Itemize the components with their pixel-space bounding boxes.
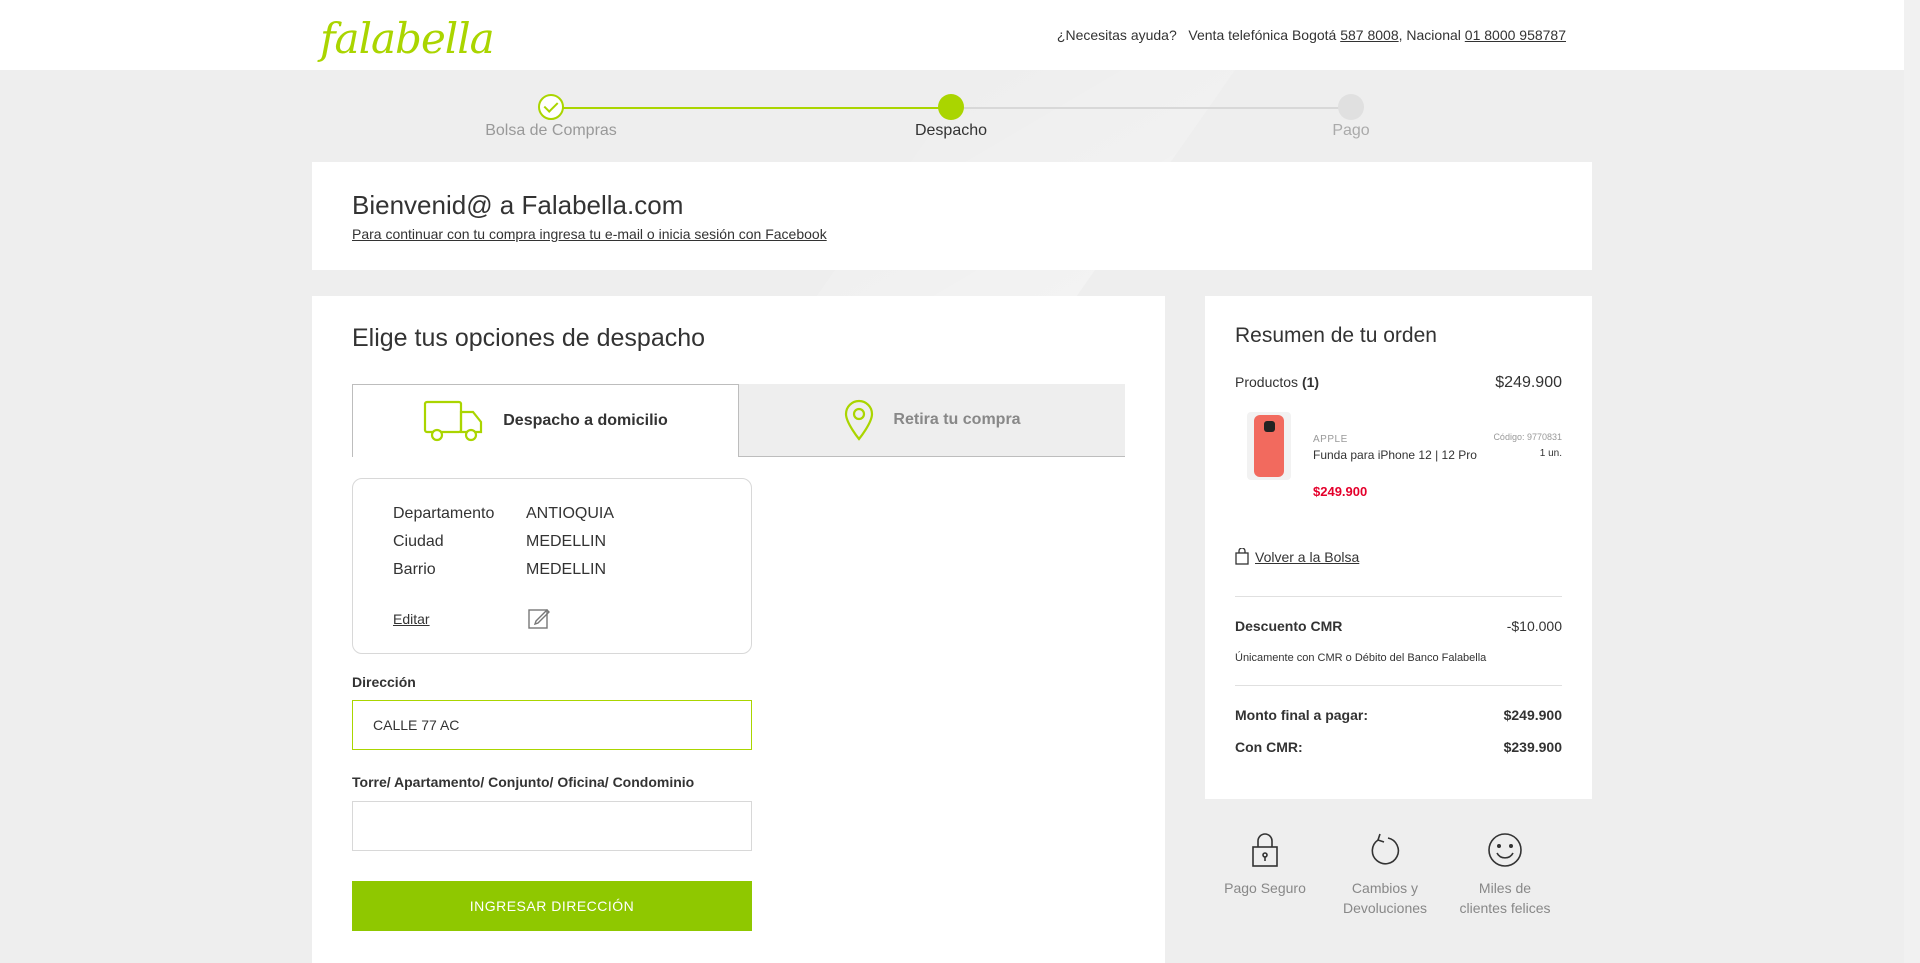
location-pin-icon bbox=[845, 399, 874, 441]
tab-pickup[interactable]: Retira tu compra bbox=[739, 384, 1125, 457]
shopping-bag-icon bbox=[1235, 548, 1249, 565]
edit-pencil-icon[interactable] bbox=[528, 607, 550, 629]
location-card: Departamento ANTIOQUIA Ciudad MEDELLIN Bar… bbox=[352, 478, 752, 654]
cmr-label: Con CMR: bbox=[1235, 739, 1303, 755]
camera-icon bbox=[1264, 421, 1275, 432]
products-label: Productos bbox=[1235, 374, 1299, 390]
return-arrow-icon bbox=[1371, 833, 1400, 865]
product-price: $249.900 bbox=[1313, 484, 1368, 499]
product-code: Código: 9770831 bbox=[1493, 432, 1562, 442]
address-label: Dirección bbox=[352, 674, 416, 690]
dept-row: Departamento ANTIOQUIA bbox=[393, 505, 614, 523]
order-summary: Resumen de tu orden Productos (1) $249.9… bbox=[1205, 296, 1592, 799]
pending-step-dot bbox=[1338, 94, 1364, 120]
discount-row: Descuento CMR -$10.000 bbox=[1235, 618, 1562, 634]
product-qty: 1 un. bbox=[1539, 448, 1562, 459]
step-pago: Pago bbox=[1251, 92, 1451, 140]
cmr-value: $239.900 bbox=[1503, 739, 1562, 755]
phone-label: Venta telefónica Bogotá bbox=[1188, 27, 1337, 43]
top-header: falabella ¿Necesitas ayuda? Venta telefó… bbox=[0, 0, 1904, 70]
delivery-tabs: Despacho a domicilio Retira tu compra bbox=[352, 384, 1125, 457]
discount-value: -$10.000 bbox=[1506, 618, 1562, 634]
trust-returns: Cambios y Devoluciones bbox=[1325, 832, 1445, 918]
trust-badges: Pago Seguro Cambios y Devoluciones Miles… bbox=[1205, 832, 1592, 932]
trust-label: Pago Seguro bbox=[1224, 880, 1306, 896]
page-scrollbar[interactable] bbox=[1904, 0, 1920, 963]
trust-label-1: Cambios y bbox=[1351, 880, 1419, 896]
submit-address-button[interactable]: INGRESAR DIRECCIÓN bbox=[352, 881, 752, 931]
falabella-logo[interactable]: falabella bbox=[320, 14, 495, 63]
help-contact: ¿Necesitas ayuda? Venta telefónica Bogot… bbox=[1057, 27, 1566, 43]
delivery-title: Elige tus opciones de despacho bbox=[352, 324, 706, 352]
step-bolsa[interactable]: Bolsa de Compras bbox=[451, 92, 651, 140]
trust-label-2: clientes felices bbox=[1459, 900, 1551, 916]
tab-label: Despacho a domicilio bbox=[503, 412, 668, 429]
products-label-wrap: Productos (1) bbox=[1235, 374, 1319, 392]
final-amount-row: Monto final a pagar: $249.900 bbox=[1235, 707, 1562, 723]
trust-secure-payment: Pago Seguro bbox=[1205, 832, 1325, 898]
city-label: Ciudad bbox=[393, 533, 444, 550]
discount-label: Descuento CMR bbox=[1235, 618, 1343, 634]
divider bbox=[1235, 596, 1562, 597]
truck-icon bbox=[424, 400, 483, 442]
phone-national-link[interactable]: 01 8000 958787 bbox=[1465, 27, 1566, 43]
phone-separator: , Nacional bbox=[1398, 27, 1461, 43]
step-label: Despacho bbox=[914, 122, 988, 139]
dept-value: ANTIOQUIA bbox=[526, 505, 615, 522]
tab-home-delivery[interactable]: Despacho a domicilio bbox=[352, 384, 739, 457]
trust-label-2: Devoluciones bbox=[1342, 900, 1428, 916]
back-to-bag-link[interactable]: Volver a la Bolsa bbox=[1235, 548, 1359, 565]
help-text: ¿Necesitas ayuda? bbox=[1056, 27, 1177, 43]
checkout-stepper: Bolsa de Compras Despacho Pago bbox=[312, 92, 1592, 148]
phone-bogota-link[interactable]: 587 8008 bbox=[1340, 27, 1398, 43]
city-value: MEDELLIN bbox=[526, 533, 607, 550]
final-label: Monto final a pagar: bbox=[1235, 707, 1368, 723]
phone-case-shape bbox=[1254, 415, 1284, 477]
final-value: $249.900 bbox=[1503, 707, 1562, 723]
step-label: Bolsa de Compras bbox=[485, 122, 617, 139]
address-input[interactable] bbox=[352, 700, 752, 750]
discount-note: Únicamente con CMR o Débito del Banco Fa… bbox=[1235, 652, 1487, 664]
login-link[interactable]: Para continuar con tu compra ingresa tu … bbox=[352, 226, 827, 242]
products-row: Productos (1) $249.900 bbox=[1235, 374, 1562, 392]
back-to-bag-label: Volver a la Bolsa bbox=[1255, 548, 1360, 565]
lock-icon bbox=[1252, 833, 1278, 867]
barrio-value: MEDELLIN bbox=[526, 561, 607, 578]
barrio-row: Barrio MEDELLIN bbox=[393, 561, 606, 579]
products-count: (1) bbox=[1301, 374, 1320, 390]
delivery-panel: Elige tus opciones de despacho Despacho … bbox=[312, 296, 1165, 963]
dept-label: Departamento bbox=[393, 505, 495, 522]
check-icon bbox=[538, 94, 564, 120]
smiley-icon bbox=[1488, 833, 1522, 867]
city-row: Ciudad MEDELLIN bbox=[393, 533, 606, 551]
product-image[interactable] bbox=[1247, 412, 1291, 480]
divider bbox=[1235, 685, 1562, 686]
trust-label-1: Miles de bbox=[1478, 880, 1532, 896]
edit-location-link[interactable]: Editar bbox=[393, 611, 430, 627]
welcome-title: Bienvenid@ a Falabella.com bbox=[352, 190, 684, 220]
cmr-amount-row: Con CMR: $239.900 bbox=[1235, 739, 1562, 755]
trust-happy-clients: Miles de clientes felices bbox=[1445, 832, 1565, 918]
product-name[interactable]: Funda para iPhone 12 | 12 Pro bbox=[1313, 448, 1477, 462]
welcome-panel: Bienvenid@ a Falabella.com Para continua… bbox=[312, 162, 1592, 270]
apt-label: Torre/ Apartamento/ Conjunto/ Oficina/ C… bbox=[352, 774, 695, 790]
product-brand: APPLE bbox=[1313, 434, 1348, 445]
step-despacho: Despacho bbox=[851, 92, 1051, 140]
products-total: $249.900 bbox=[1495, 374, 1562, 391]
active-step-dot bbox=[938, 94, 964, 120]
summary-title: Resumen de tu orden bbox=[1235, 324, 1437, 347]
step-label: Pago bbox=[1332, 122, 1370, 139]
tab-label: Retira tu compra bbox=[893, 411, 1021, 428]
apt-input[interactable] bbox=[352, 801, 752, 851]
barrio-label: Barrio bbox=[393, 561, 436, 578]
